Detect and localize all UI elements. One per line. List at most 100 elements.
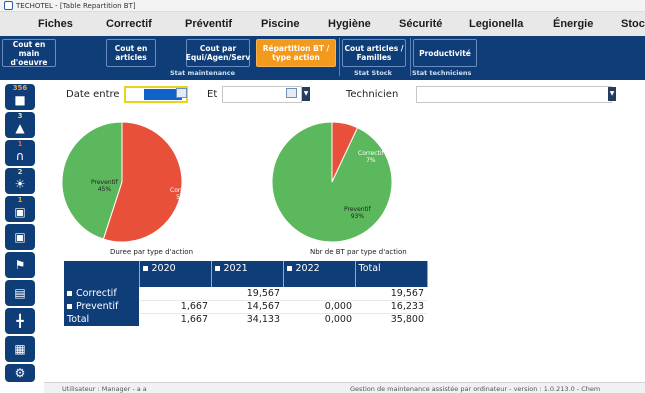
- sitemap-icon: ╋: [16, 314, 24, 328]
- alarm-count-badge: 3: [17, 112, 23, 120]
- chat-icon: ■: [14, 92, 26, 107]
- status-bar: Utilisateur : Manager - a a Gestion de m…: [44, 382, 645, 393]
- clipboard-button[interactable]: 1 ▣: [5, 196, 35, 222]
- expand-icon[interactable]: [67, 291, 72, 296]
- menu-fiches[interactable]: Fiches: [38, 18, 73, 30]
- menu-securite[interactable]: Sécurité: [399, 18, 442, 30]
- table-cell: 14,567: [211, 300, 283, 314]
- menu-preventif[interactable]: Préventif: [185, 18, 232, 30]
- table-cell: 0,000: [283, 300, 355, 314]
- pie1-title: Nbr de BT par type d'action: [310, 248, 407, 256]
- calendar-icon[interactable]: [286, 88, 297, 98]
- clipboard-icon: ▣: [14, 204, 26, 219]
- corner-cell: [64, 261, 140, 287]
- table-cell: 34,133: [211, 313, 283, 326]
- expand-icon[interactable]: [286, 266, 292, 271]
- weather-button[interactable]: 2 ☀: [5, 168, 35, 194]
- weather-count-badge: 2: [17, 168, 23, 176]
- row-header[interactable]: Correctif: [64, 287, 139, 300]
- table-row: Preventif 1,667 14,567 0,000 16,233: [64, 300, 427, 314]
- pie1-label-correctif: Correctif 7%: [358, 150, 384, 164]
- left-toolbar: 356 ■ 3 ▲ 1 ∩ 2 ☀ 1 ▣ ▣ ⚑ ▤ ╋ ▦ ⚙: [0, 80, 44, 382]
- column-header[interactable]: 2021: [211, 261, 284, 287]
- bt-list-button[interactable]: 356 ■: [5, 84, 35, 110]
- app-logo-icon: [4, 1, 13, 10]
- menu-energie[interactable]: Énergie: [553, 18, 593, 30]
- truck-button[interactable]: ▤: [5, 280, 35, 306]
- chevron-down-icon[interactable]: ▼: [608, 87, 616, 101]
- row-header[interactable]: Preventif: [64, 300, 139, 313]
- bt-count-badge: 356: [12, 84, 28, 92]
- row-header: Total: [64, 313, 139, 326]
- chevron-down-icon[interactable]: ▼: [302, 87, 310, 101]
- cout-articles-button[interactable]: Cout en articles: [106, 39, 156, 67]
- settings-button[interactable]: ⚙: [5, 364, 35, 382]
- calendar-icon[interactable]: [176, 88, 187, 98]
- worker-icon: ⚑: [14, 258, 26, 272]
- column-header[interactable]: 2020: [139, 261, 212, 287]
- pie0-title: Duree par type d'action: [110, 248, 194, 256]
- gear-icon: ⚙: [14, 366, 26, 380]
- group-stat-maintenance: Stat maintenance: [170, 69, 235, 77]
- column-header[interactable]: Total: [355, 261, 428, 287]
- window-title: TECHOTEL - [Table Repartition BT]: [16, 1, 136, 10]
- support-button[interactable]: 1 ∩: [5, 140, 35, 166]
- and-label: Et: [207, 89, 218, 100]
- expand-icon[interactable]: [142, 266, 148, 271]
- expand-icon[interactable]: [214, 266, 220, 271]
- ribbon: Cout en main d'oeuvre Cout en articles C…: [0, 36, 645, 80]
- menu-correctif[interactable]: Correctif: [106, 18, 152, 30]
- cout-articles-familles-button[interactable]: Cout articles / Familles: [342, 39, 406, 67]
- bell-icon: ▲: [15, 120, 25, 135]
- ribbon-separator: [339, 38, 340, 76]
- cout-equi-agen-serv-button[interactable]: Cout par Equi/Agen/Serv: [186, 39, 250, 67]
- technician-button[interactable]: ⚑: [5, 252, 35, 278]
- pivot-table: 2020 2021 2022 Total Correctif 19,567 19…: [64, 261, 428, 326]
- date-range-label: Date entre: [66, 89, 120, 100]
- expand-icon[interactable]: [67, 304, 72, 309]
- table-cell: 1,667: [139, 313, 211, 326]
- cout-main-oeuvre-button[interactable]: Cout en main d'oeuvre: [2, 39, 56, 67]
- menu-hygiene[interactable]: Hygiène: [328, 18, 371, 30]
- clipboard-count-badge: 1: [17, 196, 23, 204]
- table-row: Correctif 19,567 19,567: [64, 287, 427, 301]
- table-cell: 19,567: [355, 287, 427, 301]
- pie-nbr-bt: [271, 121, 393, 243]
- table-cell: 1,667: [139, 300, 211, 314]
- table-cell: 19,567: [211, 287, 283, 301]
- menu-piscine[interactable]: Piscine: [261, 18, 300, 30]
- group-stat-stock: Stat Stock: [354, 69, 392, 77]
- menu-stock[interactable]: Stoc: [621, 18, 645, 30]
- pie1-label-preventif: Preventif 93%: [344, 206, 371, 220]
- screen-icon: ▣: [14, 230, 26, 244]
- repartition-bt-button[interactable]: Répartition BT / type action: [256, 39, 336, 67]
- sun-icon: ☀: [14, 176, 26, 191]
- charts-svg: [61, 121, 393, 243]
- productivite-button[interactable]: Productivité: [413, 39, 477, 67]
- calendar-icon: ▦: [14, 342, 26, 356]
- filter-bar: Date entre Et ▼ Technicien ▼: [52, 84, 645, 106]
- table-cell: [283, 287, 355, 301]
- menu-bar: Fiches Correctif Préventif Piscine Hygiè…: [0, 12, 645, 36]
- table-cell: 0,000: [283, 313, 355, 326]
- header-row: 2020 2021 2022 Total: [64, 261, 428, 287]
- table-cell: [139, 287, 211, 301]
- calendar-button[interactable]: ▦: [5, 336, 35, 362]
- technician-select[interactable]: [416, 86, 612, 103]
- status-user: Utilisateur : Manager - a a: [62, 385, 147, 393]
- column-header[interactable]: 2022: [283, 261, 356, 287]
- table-row-total: Total 1,667 34,133 0,000 35,800: [64, 313, 427, 326]
- screen-button[interactable]: ▣: [5, 224, 35, 250]
- pie-duree: [61, 121, 183, 243]
- pie0-label-correctif: Correctif 55%: [170, 187, 196, 201]
- pie-slice-preventif: [271, 121, 393, 243]
- network-button[interactable]: ╋: [5, 308, 35, 334]
- table-cell: 16,233: [355, 300, 427, 314]
- window-titlebar: TECHOTEL - [Table Repartition BT]: [0, 0, 645, 12]
- alarm-button[interactable]: 3 ▲: [5, 112, 35, 138]
- table-cell: 35,800: [355, 313, 427, 326]
- headset-icon: ∩: [15, 148, 25, 163]
- truck-icon: ▤: [14, 286, 26, 300]
- menu-legionella[interactable]: Legionella: [469, 18, 523, 30]
- ribbon-separator: [410, 38, 411, 76]
